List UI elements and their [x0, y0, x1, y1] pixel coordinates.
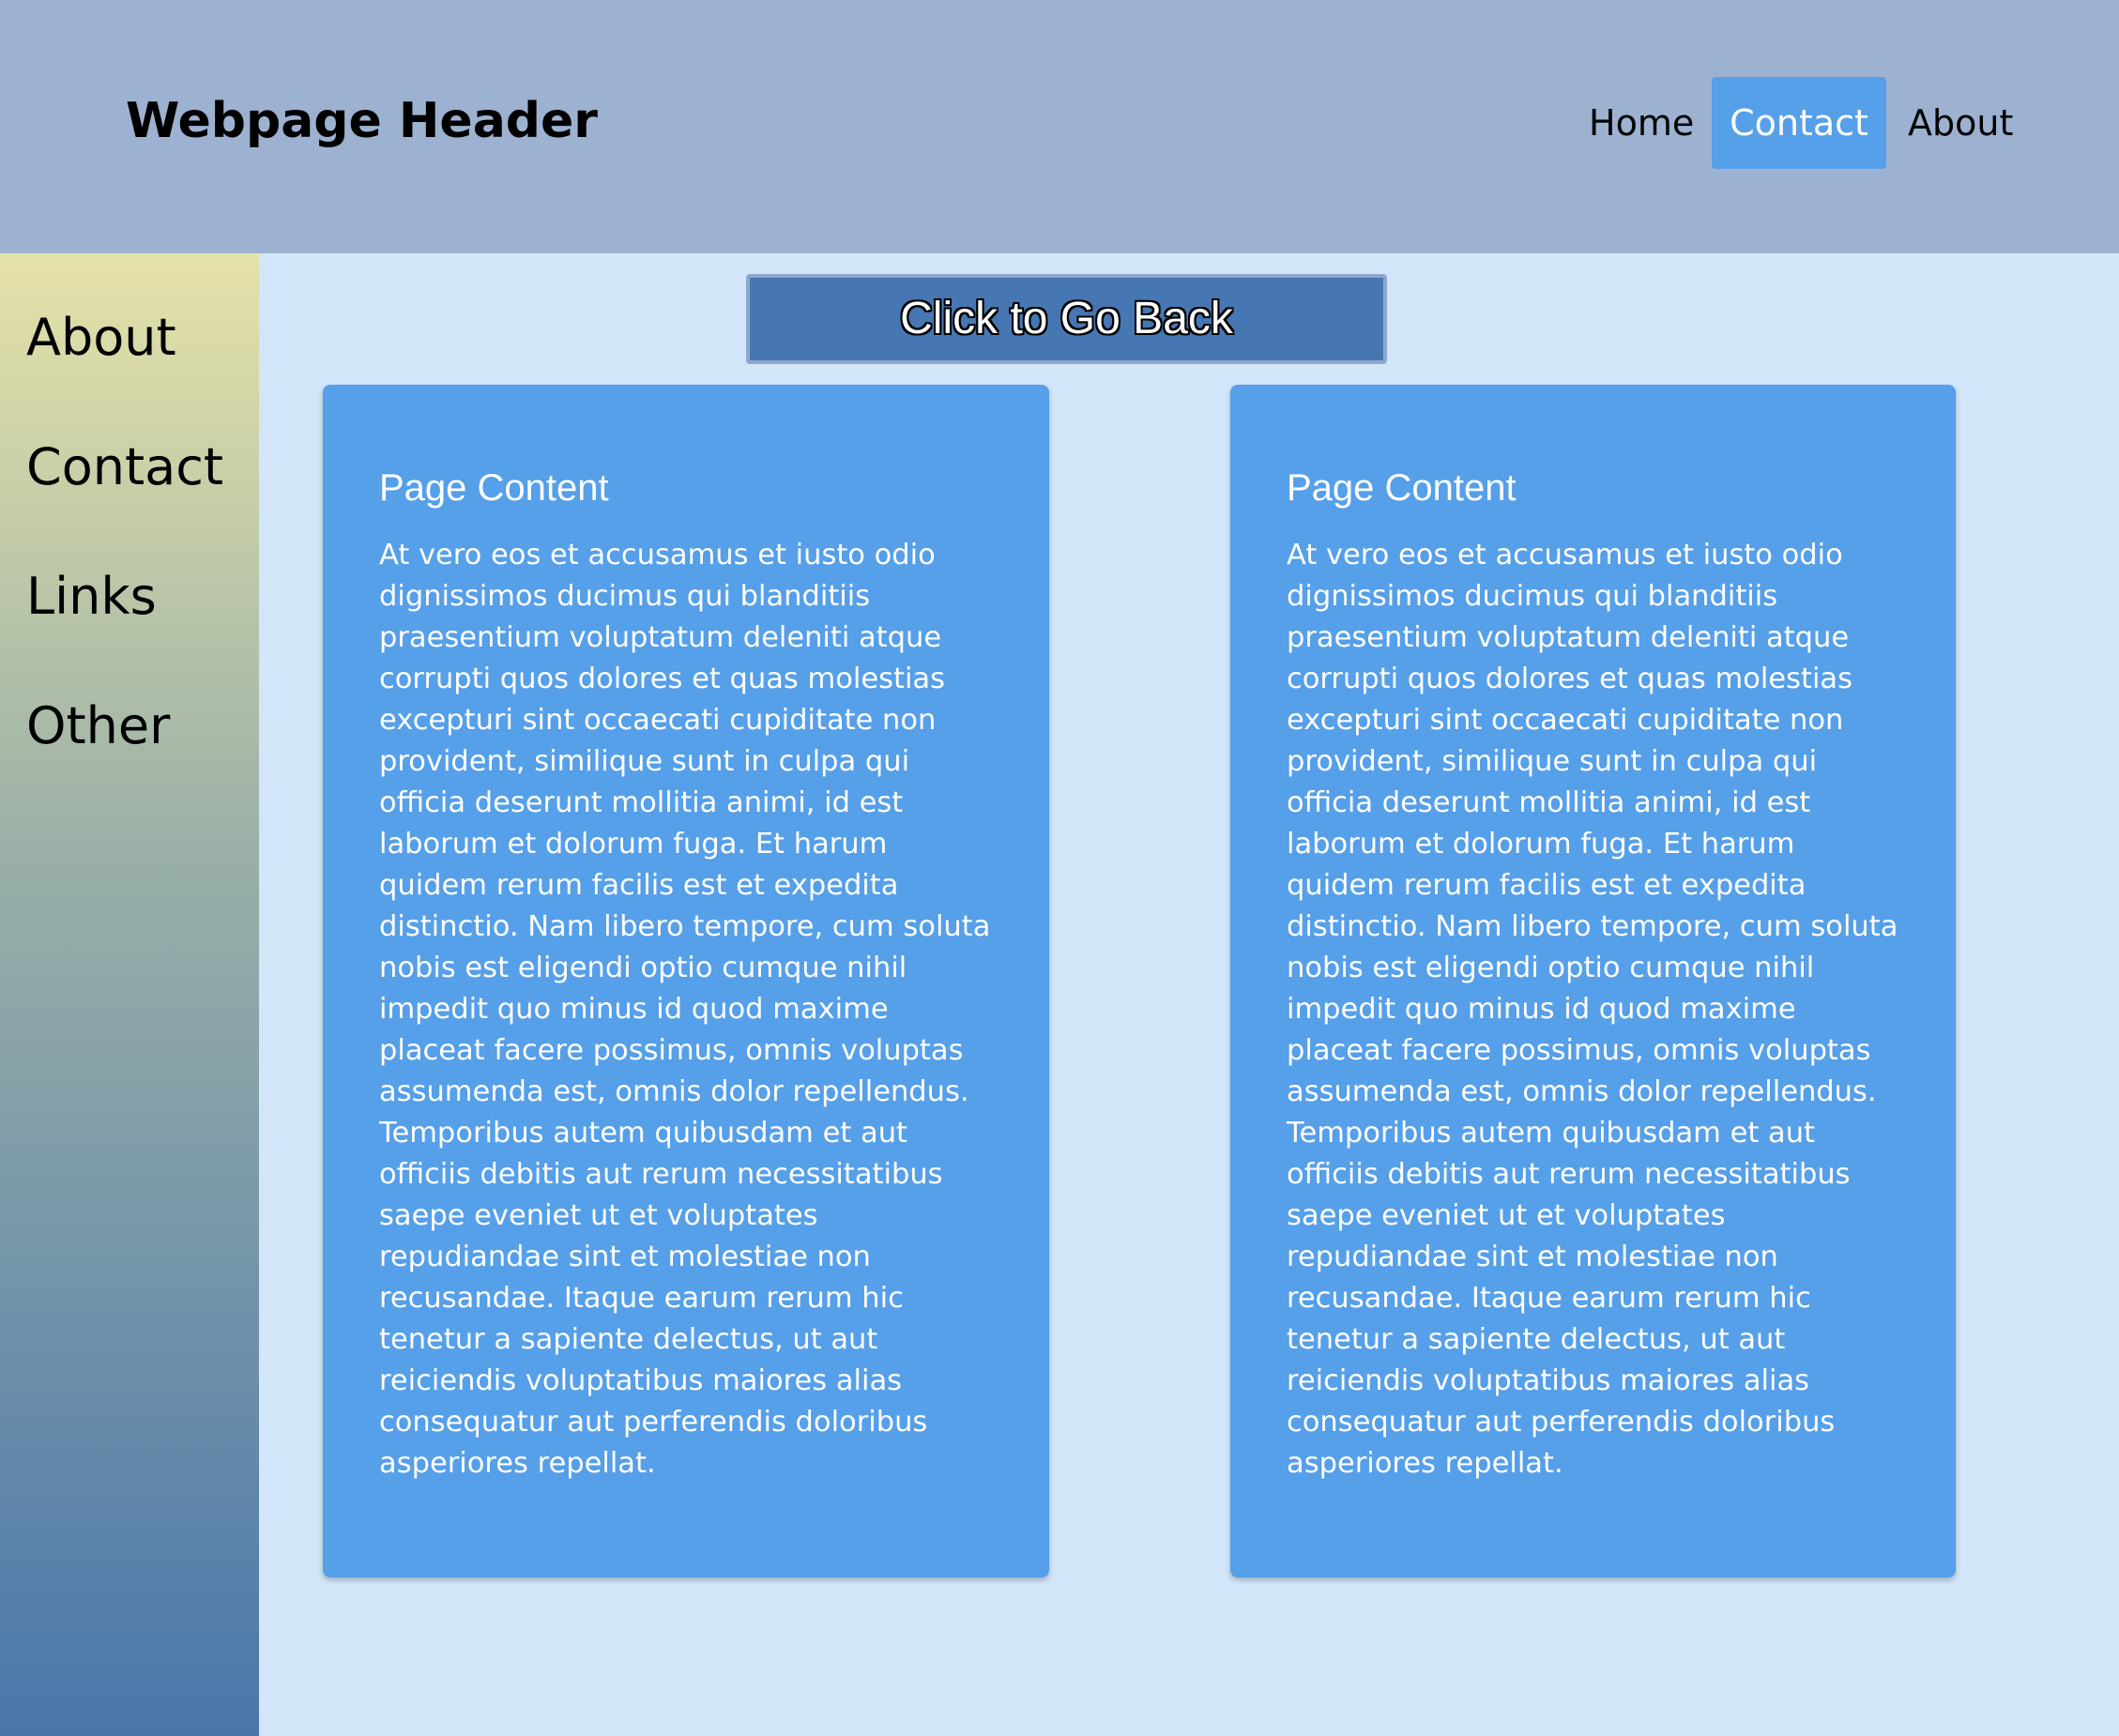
content-card: Page Content At vero eos et accusamus et… — [323, 385, 1049, 1577]
page-header: Webpage Header Home Contact About — [0, 0, 2119, 253]
sidebar: About Contact Links Other — [0, 253, 259, 1736]
nav-link-about[interactable]: About — [1908, 77, 2020, 169]
nav-link-home[interactable]: Home — [1589, 77, 1694, 169]
sidebar-item-contact[interactable]: Contact — [26, 434, 223, 500]
nav-link-contact[interactable]: Contact — [1712, 77, 1886, 169]
card-title: Page Content — [379, 467, 609, 509]
sidebar-item-about[interactable]: About — [26, 305, 176, 371]
content-card: Page Content At vero eos et accusamus et… — [1230, 385, 1956, 1577]
card-body-text: At vero eos et accusamus et iusto odio d… — [1287, 539, 1898, 1480]
card-body-text: At vero eos et accusamus et iusto odio d… — [379, 539, 991, 1480]
sidebar-item-links[interactable]: Links — [26, 564, 157, 630]
card-title: Page Content — [1287, 467, 1517, 509]
page-title: Webpage Header — [126, 93, 598, 149]
go-back-button[interactable]: Click to Go Back — [746, 274, 1387, 364]
sidebar-item-other[interactable]: Other — [26, 693, 170, 759]
